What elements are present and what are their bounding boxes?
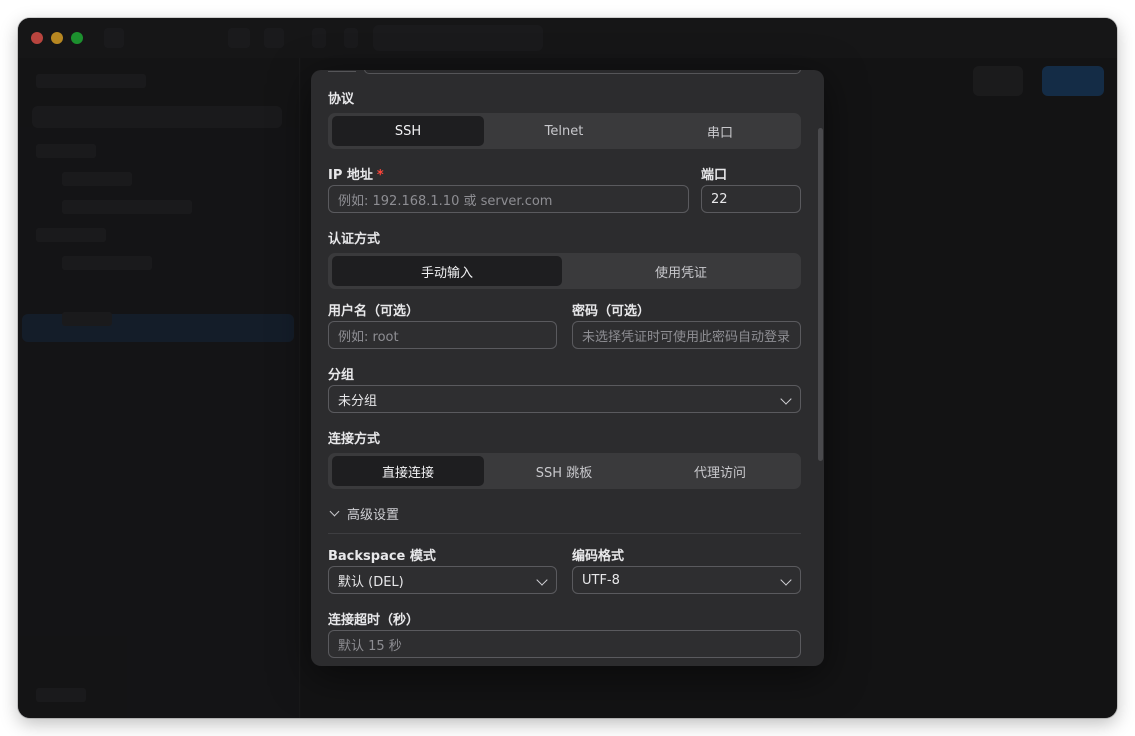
protocol-segmented-control: SSH Telnet 串口 [328,113,801,149]
connection-label: 连接方式 [328,432,381,447]
ip-label: IP 地址 * [328,164,384,183]
username-label: 用户名（可选） [328,304,420,319]
encoding-select[interactable]: UTF-8 [572,566,801,594]
password-input[interactable]: 未选择凭证时可使用此密码自动登录 [572,321,801,349]
chevron-down-icon [329,506,340,517]
new-connection-dialog: 协议 SSH Telnet 串口 IP 地址 * 端口 例如: 192.168.1… [311,70,824,666]
encoding-select-value: UTF-8 [582,572,620,588]
chevron-down-icon [536,574,548,586]
dialog-scrollbar[interactable] [818,128,823,461]
auth-label: 认证方式 [328,232,381,247]
connection-segmented-control: 直接连接 SSH 跳板 代理访问 [328,453,801,489]
protocol-option-ssh[interactable]: SSH [332,116,484,146]
protocol-label: 协议 [328,92,355,107]
auth-segmented-control: 手动输入 使用凭证 [328,253,801,289]
group-select[interactable]: 未分组 [328,385,801,413]
timeout-input[interactable]: 默认 15 秒 [328,630,801,658]
advanced-settings-toggle[interactable]: 高级设置 [328,504,399,523]
ip-label-text: IP 地址 [328,168,373,183]
timeout-label: 连接超时（秒） [328,613,420,628]
ip-input[interactable]: 例如: 192.168.1.10 或 server.com [328,185,689,213]
backspace-select-value: 默认 (DEL) [338,574,404,590]
connection-option-jump[interactable]: SSH 跳板 [488,456,640,486]
required-mark: * [376,168,384,183]
encoding-label: 编码格式 [572,549,625,564]
backspace-label: Backspace 模式 [328,549,436,564]
password-label: 密码（可选） [572,304,651,319]
cutoff-input[interactable] [364,70,801,74]
connection-option-direct[interactable]: 直接连接 [332,456,484,486]
connection-option-proxy[interactable]: 代理访问 [644,456,796,486]
group-label: 分组 [328,368,355,383]
chevron-down-icon [780,574,792,586]
port-input[interactable]: 22 [701,185,801,213]
auth-option-manual[interactable]: 手动输入 [332,256,562,286]
chevron-down-icon [780,393,792,405]
cutoff-label [328,70,356,72]
group-select-value: 未分组 [338,393,378,409]
username-input[interactable]: 例如: root [328,321,557,349]
port-label: 端口 [701,168,728,183]
protocol-option-serial[interactable]: 串口 [644,116,796,146]
section-divider [328,533,801,534]
protocol-option-telnet[interactable]: Telnet [488,116,640,146]
advanced-settings-label: 高级设置 [347,508,400,523]
backspace-select[interactable]: 默认 (DEL) [328,566,557,594]
auth-option-credential[interactable]: 使用凭证 [566,256,796,286]
